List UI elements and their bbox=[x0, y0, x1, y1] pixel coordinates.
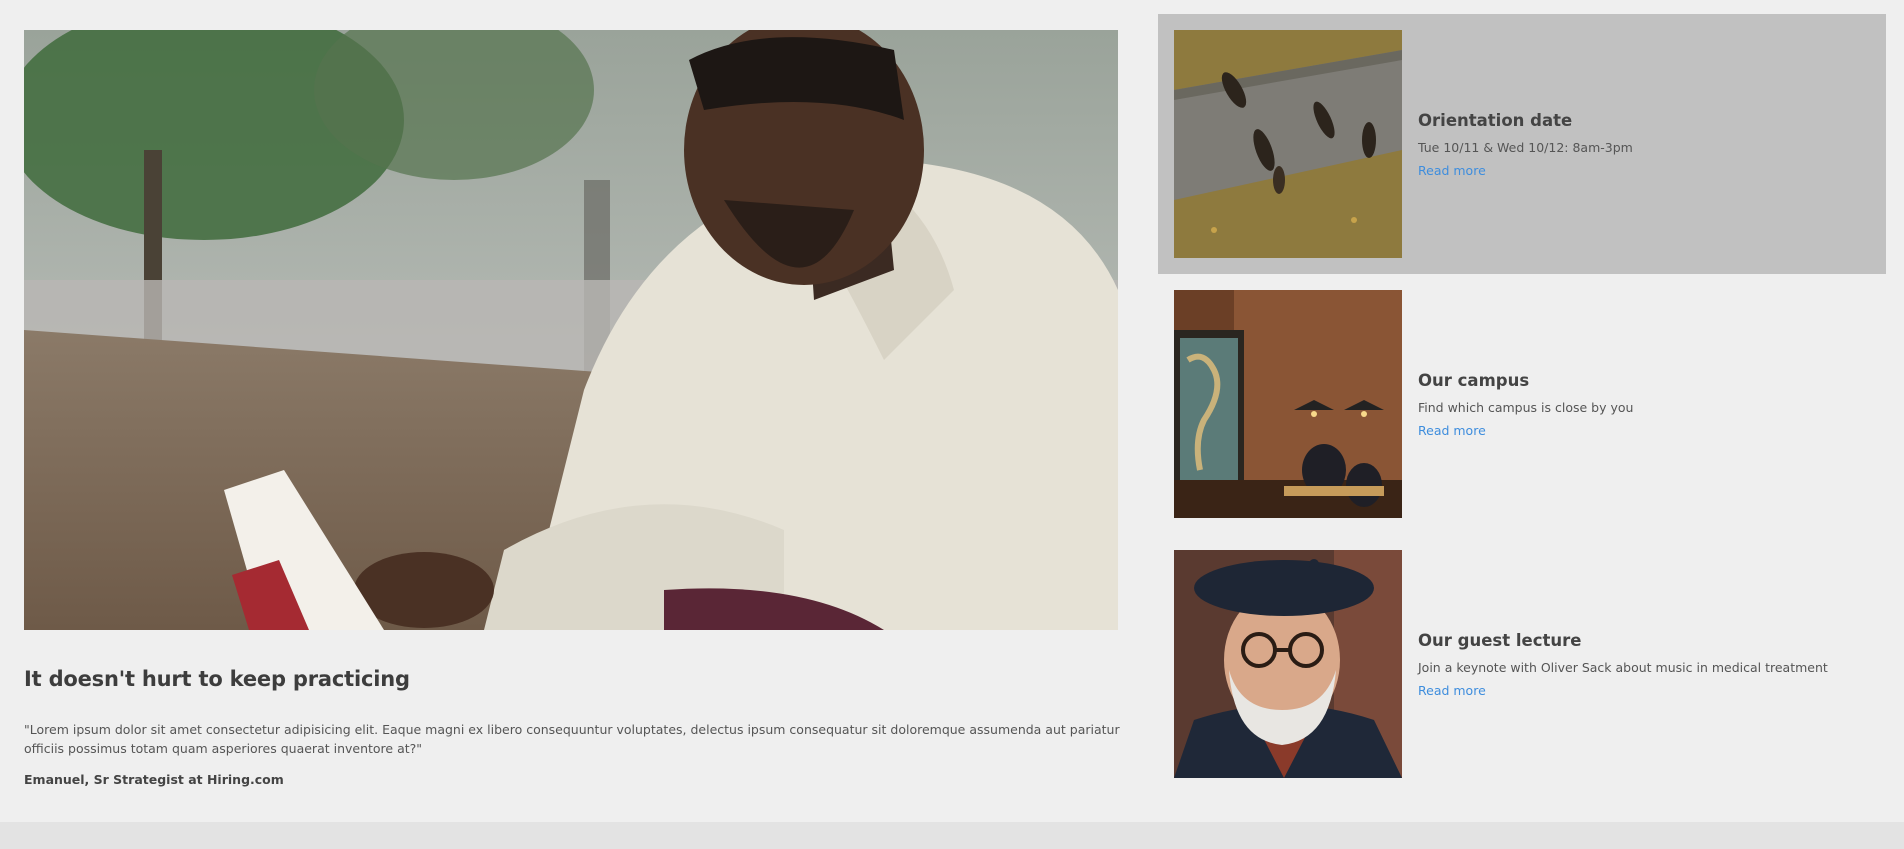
event-title: Our campus bbox=[1418, 370, 1530, 390]
feature-quote: "Lorem ipsum dolor sit amet consectetur … bbox=[24, 722, 1120, 756]
event-photo-orientation bbox=[1174, 30, 1402, 258]
event-photo-campus bbox=[1174, 290, 1402, 518]
page-content: It doesn't hurt to keep practicing "Lore… bbox=[0, 0, 1904, 822]
event-card-campus[interactable]: Our campus Find which campus is close by… bbox=[1158, 274, 1886, 534]
event-description: Find which campus is close by you bbox=[1418, 399, 1634, 415]
feature-photo-illustration bbox=[24, 30, 1118, 630]
event-text: Our campus Find which campus is close by… bbox=[1418, 274, 1878, 534]
event-description: Join a keynote with Oliver Sack about mu… bbox=[1418, 659, 1828, 675]
event-photo-guest-lecture bbox=[1174, 550, 1402, 778]
event-card-guest-lecture[interactable]: Our guest lecture Join a keynote with Ol… bbox=[1158, 534, 1886, 794]
read-more-link[interactable]: Read more bbox=[1418, 423, 1878, 438]
event-title: Our guest lecture bbox=[1418, 630, 1582, 650]
event-title: Orientation date bbox=[1418, 110, 1573, 130]
event-card-orientation[interactable]: Orientation date Tue 10/11 & Wed 10/12: … bbox=[1158, 14, 1886, 274]
feature-title: It doesn't hurt to keep practicing bbox=[24, 667, 410, 691]
feature-author: Emanuel, Sr Strategist at Hiring.com bbox=[24, 772, 284, 787]
read-more-link[interactable]: Read more bbox=[1418, 163, 1878, 178]
event-photo-guest-lecture-illustration bbox=[1174, 550, 1402, 778]
event-photo-campus-illustration bbox=[1174, 290, 1402, 518]
event-text: Orientation date Tue 10/11 & Wed 10/12: … bbox=[1418, 14, 1878, 274]
event-description: Tue 10/11 & Wed 10/12: 8am-3pm bbox=[1418, 139, 1633, 155]
feature-photo bbox=[24, 30, 1118, 630]
event-text: Our guest lecture Join a keynote with Ol… bbox=[1418, 534, 1878, 794]
footer-band bbox=[0, 822, 1904, 849]
read-more-link[interactable]: Read more bbox=[1418, 683, 1878, 698]
event-photo-orientation-illustration bbox=[1174, 30, 1402, 258]
